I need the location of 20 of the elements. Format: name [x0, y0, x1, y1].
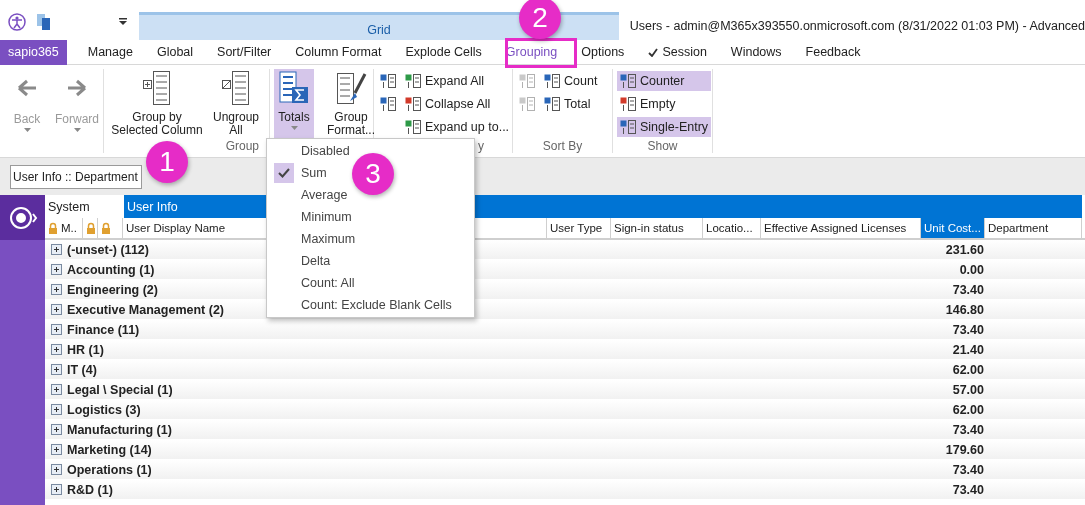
context-tab-label: Grid: [367, 23, 391, 37]
group-label: Sort By: [542, 139, 583, 153]
window-title: Users - admin@M365x393550.onmicrosoft.com (8/31/2022 01:03 PM) - Advanced: [629, 19, 1085, 35]
table-cell-text: 231.60: [944, 242, 985, 257]
table-cell-text: 62.00: [951, 362, 985, 377]
table-cell-text: 179.60: [944, 442, 985, 457]
table-cell-text: 57.00: [951, 382, 985, 397]
table-cell-text: 73.40: [951, 422, 985, 437]
table-cell-text: 73.40: [951, 282, 985, 297]
group-label: y: [478, 139, 484, 153]
table-cell-text: 73.40: [951, 462, 985, 477]
step-callout: 1: [146, 141, 188, 183]
group-label: Group: [225, 139, 259, 153]
table-cell-text: 62.00: [951, 402, 985, 417]
group-label: Show: [647, 139, 678, 153]
table-cell-text: 146.80: [944, 302, 985, 317]
table-cell-text: 0.00: [958, 262, 985, 277]
table-cell-text: 21.40: [951, 342, 985, 357]
table-cell-text: 73.40: [951, 482, 985, 497]
table-cell-text: 73.40: [951, 322, 985, 337]
